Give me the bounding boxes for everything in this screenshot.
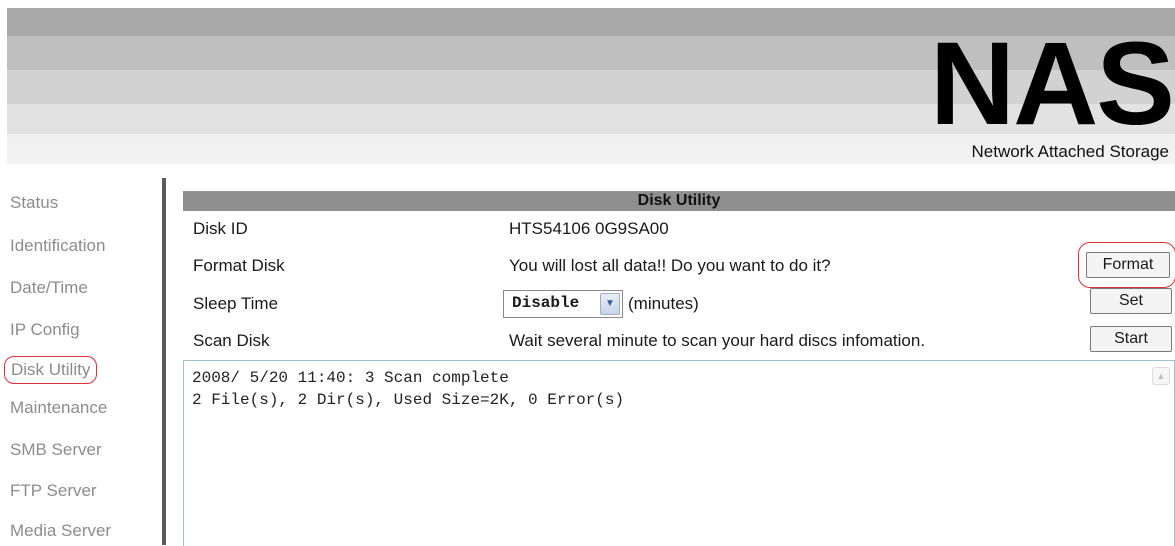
format-disk-warning: You will lost all data!! Do you want to … xyxy=(509,256,831,275)
sidebar-divider xyxy=(162,178,166,545)
scan-disk-description: Wait several minute to scan your hard di… xyxy=(509,331,926,350)
start-button[interactable]: Start xyxy=(1090,326,1172,352)
disk-id-value: HTS54106 0G9SA00 xyxy=(509,219,669,238)
sidebar-item-status[interactable]: Status xyxy=(10,193,58,213)
sidebar-item-smb-server[interactable]: SMB Server xyxy=(10,440,102,460)
sleep-time-select[interactable]: Disable ▼ xyxy=(503,290,623,318)
log-line: 2 File(s), 2 Dir(s), Used Size=2K, 0 Err… xyxy=(192,391,625,409)
sidebar-item-disk-utility[interactable]: Disk Utility xyxy=(4,356,98,384)
nas-logo: NAS xyxy=(929,18,1175,150)
log-line: 2008/ 5/20 11:40: 3 Scan complete xyxy=(192,369,509,387)
chevron-down-icon[interactable]: ▼ xyxy=(600,293,620,315)
header-banner: NAS Network Attached Storage xyxy=(7,8,1175,164)
format-button[interactable]: Format xyxy=(1086,252,1170,278)
scan-log-textarea[interactable]: 2008/ 5/20 11:40: 3 Scan complete 2 File… xyxy=(183,360,1175,546)
sidebar-item-maintenance[interactable]: Maintenance xyxy=(10,398,107,418)
sleep-time-value: Disable xyxy=(512,294,580,312)
format-disk-label: Format Disk xyxy=(193,256,285,275)
sidebar-item-identification[interactable]: Identification xyxy=(10,236,105,256)
set-button[interactable]: Set xyxy=(1090,288,1172,314)
sleep-time-label: Sleep Time xyxy=(193,294,279,313)
sleep-time-units: (minutes) xyxy=(628,294,699,313)
sidebar-item-date-time[interactable]: Date/Time xyxy=(10,278,88,298)
panel-title: Disk Utility xyxy=(183,191,1175,211)
scroll-up-icon[interactable]: ▲ xyxy=(1152,367,1170,385)
sidebar-item-ftp-server[interactable]: FTP Server xyxy=(10,481,97,501)
scan-disk-label: Scan Disk xyxy=(193,331,270,350)
logo-subtitle: Network Attached Storage xyxy=(971,142,1169,161)
sidebar-item-media-server[interactable]: Media Server xyxy=(10,521,111,541)
disk-id-label: Disk ID xyxy=(193,219,248,238)
sidebar-item-ip-config[interactable]: IP Config xyxy=(10,320,80,340)
